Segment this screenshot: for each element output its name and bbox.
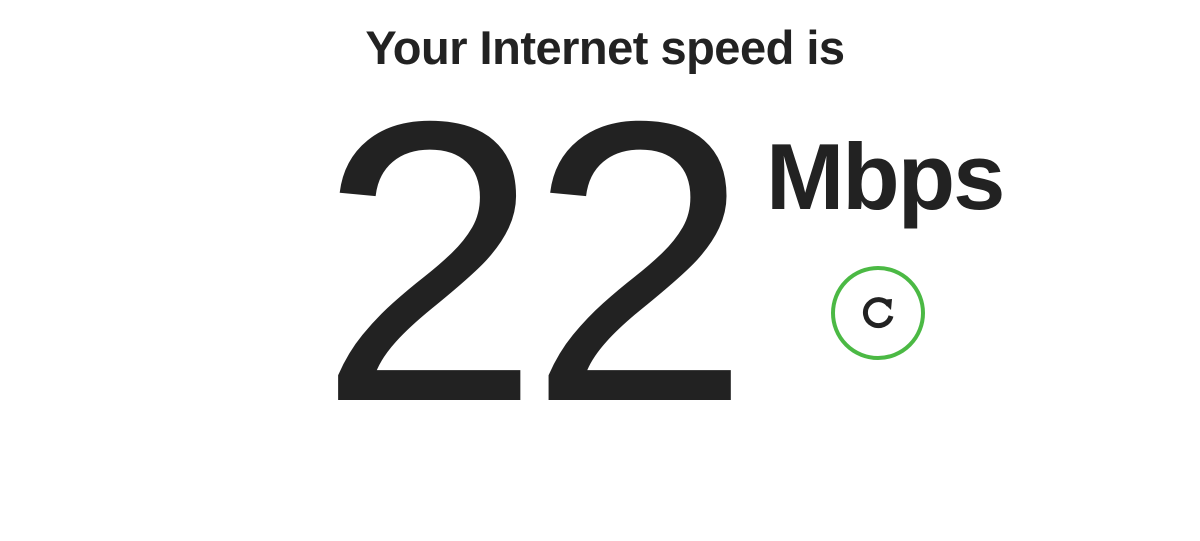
speed-value: 22	[318, 38, 751, 485]
refresh-icon	[862, 297, 894, 329]
speed-units: Mbps	[766, 124, 1005, 229]
refresh-button[interactable]	[831, 266, 925, 360]
